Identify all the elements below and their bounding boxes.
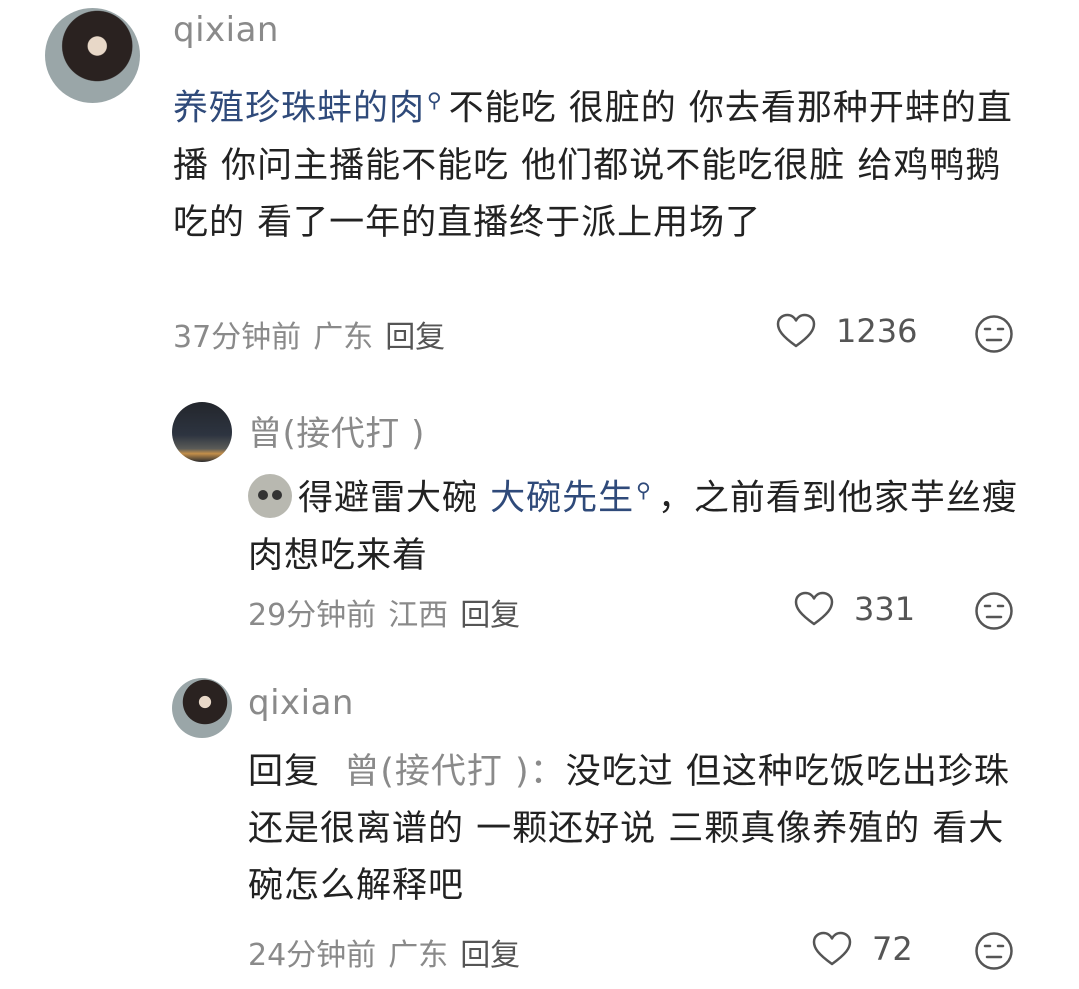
avatar[interactable] <box>45 8 140 103</box>
timestamp: 29分钟前 <box>248 598 377 633</box>
username[interactable]: 曾(接代打 ) <box>248 406 425 455</box>
avatar[interactable] <box>172 678 232 738</box>
heart-icon <box>776 313 816 348</box>
search-link[interactable]: 养殖珍珠蚌的肉 <box>173 89 425 129</box>
timestamp: 37分钟前 <box>173 320 302 355</box>
search-icon[interactable]: ⚲ <box>636 478 652 502</box>
like-button[interactable]: 1236 <box>776 312 917 350</box>
comment-body: 得避雷大碗 <box>298 478 491 519</box>
comment-meta: 24分钟前 广东 回复 <box>248 930 532 974</box>
comment-meta: 37分钟前 广东 回复 <box>173 312 457 356</box>
comment-text: 回复 曾(接代打 )：没吃过 但这种吃饭吃出珍珠还是很离谱的 一颗还好说 三颗真… <box>248 744 1028 915</box>
location: 广东 <box>388 938 449 973</box>
timestamp: 24分钟前 <box>248 938 377 973</box>
comment-text: 得避雷大碗 大碗先生 ⚲ ，之前看到他家芋丝瘦肉想吃来着 <box>248 462 1028 585</box>
like-count: 331 <box>854 590 916 628</box>
search-link[interactable]: 大碗先生 <box>490 479 634 519</box>
dislike-face-icon[interactable] <box>974 591 1014 631</box>
reply-button[interactable]: 回复 <box>385 320 445 355</box>
reply-prefix: 回复 <box>248 752 321 792</box>
like-count: 72 <box>872 930 913 968</box>
username[interactable]: qixian <box>248 683 354 723</box>
like-button[interactable]: 72 <box>812 930 913 968</box>
like-count: 1236 <box>836 312 918 350</box>
reply-to-user[interactable]: 曾(接代打 ) <box>344 752 529 792</box>
heart-icon <box>794 591 834 626</box>
comment-text: 养殖珍珠蚌的肉 ⚲ 不能吃 很脏的 你去看那种开蚌的直播 你问主播能不能吃 他们都说… <box>173 72 1033 252</box>
like-button[interactable]: 331 <box>794 590 915 628</box>
reply-button[interactable]: 回复 <box>460 938 520 973</box>
heart-icon <box>812 931 852 966</box>
search-icon[interactable]: ⚲ <box>427 88 443 112</box>
location: 江西 <box>388 598 449 633</box>
emoji-face-icon <box>248 473 292 518</box>
avatar[interactable] <box>172 402 232 462</box>
username[interactable]: qixian <box>173 10 279 50</box>
dislike-face-icon[interactable] <box>974 314 1014 354</box>
reply-separator: ： <box>529 752 566 792</box>
dislike-face-icon[interactable] <box>974 931 1014 971</box>
reply-button[interactable]: 回复 <box>460 598 520 633</box>
comment-meta: 29分钟前 江西 回复 <box>248 590 532 634</box>
location: 广东 <box>313 320 374 355</box>
